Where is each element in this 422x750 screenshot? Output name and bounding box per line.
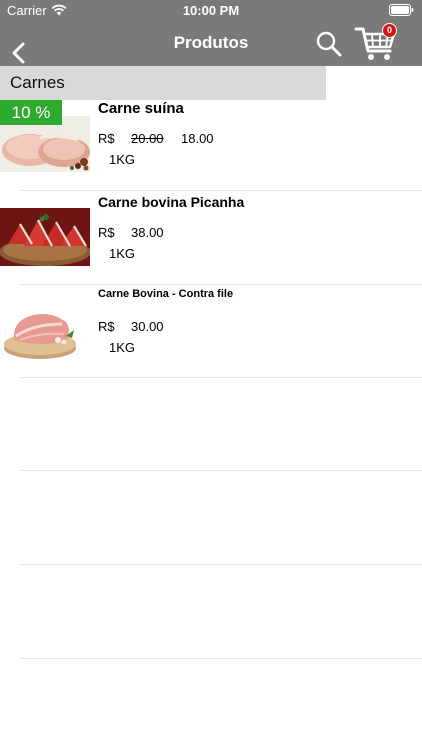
row-divider: [20, 284, 422, 285]
product-price: 38.00: [131, 225, 164, 240]
currency-label: R$: [98, 225, 115, 240]
category-header: Carnes: [0, 66, 326, 100]
product-price: 18.00: [181, 131, 214, 146]
row-divider: [20, 658, 422, 659]
product-row[interactable]: 10 % Carne suína R$ 20.00 18.00 1KG: [0, 100, 422, 191]
back-button[interactable]: [8, 40, 32, 66]
product-unit: 1KG: [109, 340, 136, 355]
row-divider: [20, 377, 422, 378]
row-divider: [20, 564, 422, 565]
product-price: 30.00: [131, 319, 164, 334]
cart-count-badge: 0: [382, 23, 397, 38]
product-unit: 1KG: [109, 152, 136, 167]
search-button[interactable]: [315, 30, 343, 58]
product-name: Carne Bovina - Contra file: [98, 288, 234, 300]
status-bar: Carrier 10:00 PM: [0, 0, 422, 22]
product-row[interactable]: Carne bovina Picanha R$ 38.00 1KG: [0, 194, 422, 285]
currency-label: R$: [98, 319, 115, 334]
currency-label: R$: [98, 131, 115, 146]
product-image: [0, 208, 90, 266]
row-divider: [20, 470, 422, 471]
product-row[interactable]: Carne Bovina - Contra file R$ 30.00 1KG: [0, 288, 422, 379]
search-icon: [316, 31, 342, 57]
discount-badge: 10 %: [0, 100, 62, 125]
product-name: Carne suína: [98, 100, 184, 117]
product-image: [0, 300, 90, 362]
product-name: Carne bovina Picanha: [98, 194, 245, 210]
battery-icon: [389, 4, 414, 16]
clock: 10:00 PM: [182, 3, 240, 18]
old-price: 20.00: [131, 131, 164, 146]
product-unit: 1KG: [109, 246, 136, 261]
chevron-left-icon: [12, 42, 25, 64]
category-label: Carnes: [10, 73, 65, 92]
row-divider: [20, 190, 422, 191]
navigation-bar: Carrier 10:00 PM Produtos 0: [0, 0, 422, 66]
